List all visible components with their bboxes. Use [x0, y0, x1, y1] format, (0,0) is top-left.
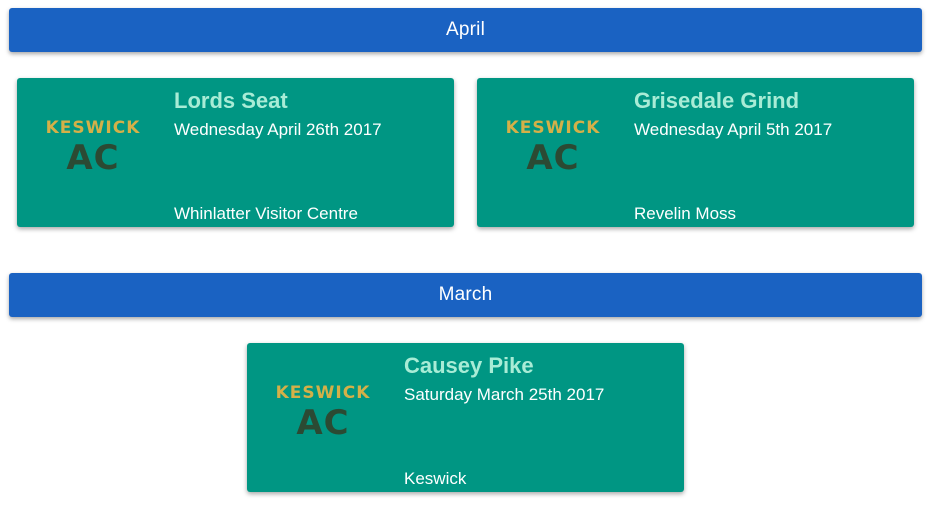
month-header-march: March — [9, 273, 922, 317]
event-title[interactable]: Lords Seat — [174, 88, 288, 114]
keswick-ac-logo: KESWICK AC — [499, 118, 607, 188]
logo-bottom-text: AC — [296, 403, 350, 443]
logo-bottom-text: AC — [66, 138, 120, 178]
event-date: Wednesday April 26th 2017 — [174, 120, 382, 139]
event-card-lords-seat[interactable]: KESWICK AC Lords Seat Wednesday April 26… — [17, 78, 454, 227]
logo-top-text: KESWICK — [505, 118, 601, 138]
keswick-ac-logo: KESWICK AC — [39, 118, 147, 188]
event-date: Saturday March 25th 2017 — [404, 385, 605, 404]
logo-top-text: KESWICK — [275, 383, 371, 403]
event-date: Wednesday April 5th 2017 — [634, 120, 833, 139]
keswick-ac-logo: KESWICK AC — [269, 383, 377, 453]
event-title[interactable]: Causey Pike — [404, 353, 534, 379]
month-label: March — [438, 284, 493, 305]
month-label: April — [445, 19, 485, 40]
event-card-grisedale-grind[interactable]: KESWICK AC Grisedale Grind Wednesday Apr… — [477, 78, 914, 227]
logo-bottom-text: AC — [526, 138, 580, 178]
event-location: Whinlatter Visitor Centre — [174, 204, 358, 223]
event-card-causey-pike[interactable]: KESWICK AC Causey Pike Saturday March 25… — [247, 343, 684, 492]
logo-top-text: KESWICK — [45, 118, 141, 138]
event-location: Revelin Moss — [634, 204, 737, 223]
event-location: Keswick — [404, 469, 467, 488]
month-header-april: April — [9, 8, 922, 52]
event-title[interactable]: Grisedale Grind — [634, 88, 799, 114]
